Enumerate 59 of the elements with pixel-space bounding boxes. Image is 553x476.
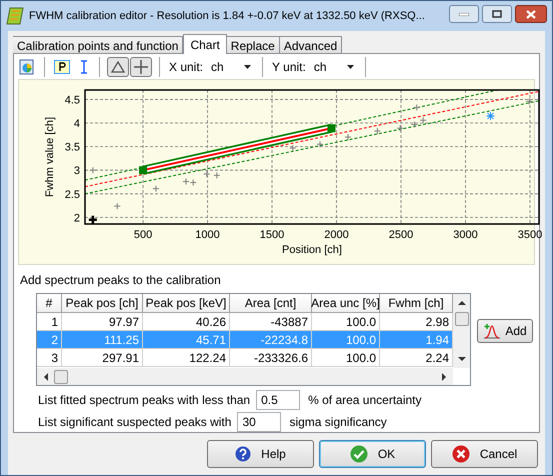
table-cell: 3: [37, 349, 62, 367]
tick-label: 3500: [518, 229, 542, 241]
add-button[interactable]: Add: [477, 319, 533, 343]
table-cell: 40.26: [143, 313, 230, 331]
table-cell: 100.0: [312, 331, 380, 349]
tick-label: 4.5: [64, 94, 80, 106]
table-cell: 2.98: [380, 313, 453, 331]
tick-label: 2500: [388, 229, 414, 241]
tick-label: 500: [134, 229, 152, 241]
tick-label: 4: [74, 118, 80, 130]
tab[interactable]: Advanced: [280, 36, 342, 53]
number-field[interactable]: 0.5: [256, 390, 300, 410]
tick-label: 3.5: [64, 142, 80, 154]
y-unit-label: Y unit:: [272, 58, 306, 76]
column-header[interactable]: Fwhm [ch]: [380, 294, 453, 313]
table-cell: 97.97: [62, 313, 143, 331]
table-cell: -43887: [230, 313, 312, 331]
table-cell: 111.25: [62, 331, 143, 349]
table-cell: 297.91: [62, 349, 143, 367]
table-cell: -233326.6: [230, 349, 312, 367]
table-cell: 100.0: [312, 313, 380, 331]
tab[interactable]: Replace: [226, 36, 280, 53]
tick-label: 1000: [195, 229, 220, 241]
tick-label: 3: [74, 165, 80, 178]
tab[interactable]: Chart: [183, 34, 227, 54]
tick-label: 1500: [260, 229, 284, 241]
column-header[interactable]: Area unc [%]: [312, 294, 380, 313]
tick-label: 3000: [453, 229, 478, 241]
column-header[interactable]: Peak pos [keV]: [143, 294, 230, 313]
x-unit-label: X unit:: [169, 58, 204, 76]
help-button[interactable]: Help: [207, 440, 314, 468]
cancel-button[interactable]: Cancel: [431, 440, 538, 468]
field-label: List fitted spectrum peaks with less than: [38, 392, 250, 409]
y-unit-dropdown[interactable]: ch: [310, 56, 358, 76]
window-title: FWHM calibration editor - Resolution is 1.84 +-0.07 keV at 1332.50 keV (RXSQ...: [29, 8, 426, 24]
field-label: sigma significancy: [289, 414, 387, 431]
table-cell: -22234.8: [230, 331, 312, 349]
axis-title: Position [ch]: [282, 244, 342, 256]
table-cell: 100.0: [312, 349, 380, 367]
field-label: % of area uncertainty: [308, 392, 422, 409]
tick-label: 2.5: [64, 188, 80, 201]
x-unit-dropdown[interactable]: ch: [207, 56, 256, 76]
axis-title: Fwhm value [ch]: [44, 116, 56, 198]
table-cell: 2: [37, 331, 62, 349]
column-header[interactable]: #: [37, 294, 62, 313]
number-field[interactable]: 30: [237, 412, 282, 432]
column-header[interactable]: Area [cnt]: [230, 294, 312, 313]
section-title: Add spectrum peaks to the calibration: [20, 272, 222, 289]
tick-label: 2000: [324, 229, 349, 241]
table-cell: 122.24: [143, 349, 230, 367]
table-cell: 1: [37, 313, 62, 331]
table-cell: 45.71: [143, 331, 230, 349]
tab[interactable]: Calibration points and function: [13, 36, 184, 53]
field-label: List significant suspected peaks with: [38, 414, 232, 431]
ok-button[interactable]: OK: [319, 440, 426, 468]
column-header[interactable]: Peak pos [ch]: [62, 294, 143, 313]
table-cell: 2.24: [380, 349, 453, 367]
tick-label: 2: [74, 212, 80, 224]
table-cell: 1.94: [380, 331, 453, 349]
